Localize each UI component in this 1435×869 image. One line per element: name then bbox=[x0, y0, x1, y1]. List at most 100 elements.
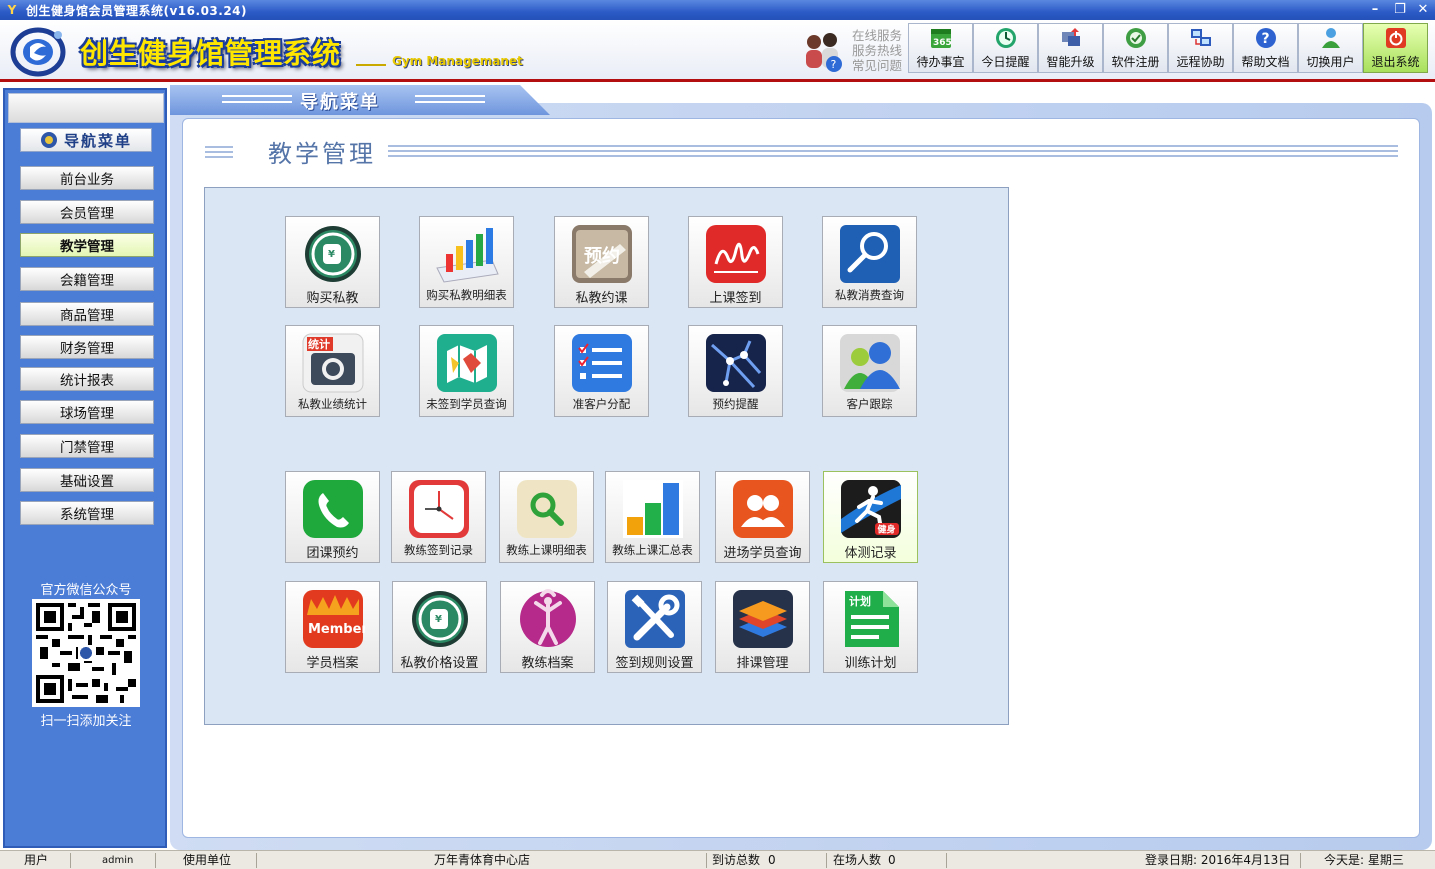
help-button[interactable]: ? 帮助文档 bbox=[1233, 23, 1298, 73]
tile-booking-reminder[interactable]: 预约提醒 bbox=[688, 325, 783, 417]
status-unit-value: 万年青体育中心店 bbox=[434, 853, 531, 867]
switch-user-icon bbox=[1321, 28, 1340, 48]
toolbar: 365 待办事宜 今日提醒 智能升级 软件注册 远程协助 ? 帮助文档 切换用户 bbox=[908, 23, 1428, 73]
brand-subtitle: Gym Managemanet bbox=[392, 54, 523, 68]
todo-label: 待办事宜 bbox=[916, 55, 965, 69]
tile-student-archive[interactable]: Member 学员档案 bbox=[285, 581, 380, 673]
sidebar: 导航菜单 前台业务 会员管理 教学管理 会籍管理 商品管理 财务管理 统计报表 … bbox=[3, 88, 167, 848]
sidebar-item-basic-settings[interactable]: 基础设置 bbox=[20, 468, 154, 492]
online-service[interactable]: ? 在线服务 服务热线 常见问题 bbox=[800, 24, 908, 78]
tile-entry-student-query[interactable]: 进场学员查询 bbox=[715, 471, 810, 563]
todo-button[interactable]: 365 待办事宜 bbox=[908, 23, 973, 73]
bar-chart-icon bbox=[622, 480, 683, 538]
tile-label: 私教约课 bbox=[575, 291, 628, 306]
tile-private-performance-stats[interactable]: 统计 私教业绩统计 bbox=[285, 325, 380, 417]
tile-private-price-settings[interactable]: ¥ 私教价格设置 bbox=[392, 581, 487, 673]
group-icon bbox=[732, 480, 793, 538]
tile-private-booking[interactable]: 预约 私教约课 bbox=[554, 216, 649, 308]
service-online[interactable]: 在线服务 bbox=[852, 28, 902, 43]
fitness-icon: 健身 bbox=[840, 480, 901, 538]
tile-fitness-test-record[interactable]: 健身 体测记录 bbox=[823, 471, 918, 563]
sidebar-item-teaching[interactable]: 教学管理 bbox=[20, 233, 154, 257]
layers-icon bbox=[732, 590, 793, 648]
switch-user-label: 切换用户 bbox=[1306, 55, 1355, 69]
tile-label: 未签到学员查询 bbox=[426, 397, 507, 411]
tile-signin-rule-settings[interactable]: 签到规则设置 bbox=[607, 581, 702, 673]
tile-coach-class-detail[interactable]: 教练上课明细表 bbox=[499, 471, 594, 563]
tile-coach-class-summary[interactable]: 教练上课汇总表 bbox=[605, 471, 700, 563]
tile-unsigned-student-query[interactable]: 未签到学员查询 bbox=[419, 325, 514, 417]
status-visits-label: 到访总数 bbox=[712, 853, 761, 867]
tile-private-consumption-query[interactable]: 私教消费查询 bbox=[822, 216, 917, 308]
tile-prospect-assignment[interactable]: 准客户分配 bbox=[554, 325, 649, 417]
tile-label: 团课预约 bbox=[306, 546, 359, 561]
sidebar-menu: 导航菜单 前台业务 会员管理 教学管理 会籍管理 商品管理 财务管理 统计报表 … bbox=[12, 122, 160, 844]
sidebar-item-members[interactable]: 会员管理 bbox=[20, 200, 154, 224]
service-faq[interactable]: 常见问题 bbox=[852, 58, 902, 73]
tile-purchase-detail-report[interactable]: 购买私教明细表 bbox=[419, 216, 514, 308]
tile-buy-private-training[interactable]: ¥ 购买私教 bbox=[285, 216, 380, 308]
tile-group-class-booking[interactable]: 团课预约 bbox=[285, 471, 380, 563]
service-hotline[interactable]: 服务热线 bbox=[852, 43, 902, 58]
tile-label: 签到规则设置 bbox=[615, 656, 694, 671]
tile-label: 体测记录 bbox=[844, 546, 897, 561]
register-button[interactable]: 软件注册 bbox=[1103, 23, 1168, 73]
maximize-button[interactable]: ❐ bbox=[1390, 1, 1410, 19]
tile-coach-archive[interactable]: 教练档案 bbox=[500, 581, 595, 673]
status-today: 今天是: 星期三 bbox=[1324, 853, 1404, 867]
help-label: 帮助文档 bbox=[1241, 55, 1290, 69]
tile-coach-signin-record[interactable]: 教练签到记录 bbox=[391, 471, 486, 563]
sidebar-item-finance[interactable]: 财务管理 bbox=[20, 335, 154, 359]
remote-assist-button[interactable]: 远程协助 bbox=[1168, 23, 1233, 73]
sidebar-item-reports[interactable]: 统计报表 bbox=[20, 367, 154, 391]
sidebar-top-bar bbox=[8, 93, 164, 123]
tile-class-signin[interactable]: 上课签到 bbox=[688, 216, 783, 308]
sidebar-item-access-control[interactable]: 门禁管理 bbox=[20, 434, 154, 458]
brand-divider bbox=[356, 64, 386, 66]
reservation-icon-text: 预约 bbox=[584, 245, 620, 267]
network-icon bbox=[705, 334, 766, 392]
sidebar-item-front-desk[interactable]: 前台业务 bbox=[20, 166, 154, 190]
section-deco-right bbox=[388, 145, 1398, 159]
status-separator bbox=[70, 853, 71, 868]
exit-button[interactable]: 退出系统 bbox=[1363, 23, 1428, 73]
sidebar-heading: 导航菜单 bbox=[20, 128, 152, 152]
nav-menu-tab: 导航菜单 bbox=[170, 85, 550, 115]
nav-menu-icon bbox=[40, 132, 57, 148]
minimize-button[interactable]: – bbox=[1365, 1, 1385, 19]
sidebar-item-system[interactable]: 系统管理 bbox=[20, 501, 154, 525]
tile-label: 排课管理 bbox=[736, 656, 789, 671]
sidebar-item-membership[interactable]: 会籍管理 bbox=[20, 267, 154, 291]
section-title: 教学管理 bbox=[268, 140, 376, 168]
tile-label: 训练计划 bbox=[844, 656, 897, 671]
qr-caption: 扫一扫添加关注 bbox=[40, 714, 132, 729]
tab-deco-right bbox=[415, 95, 485, 103]
reminder-label: 今日提醒 bbox=[981, 55, 1030, 69]
tile-label: 上课签到 bbox=[709, 291, 762, 306]
bar-chart-icon bbox=[435, 228, 499, 283]
logo-icon bbox=[10, 27, 66, 77]
sidebar-item-products[interactable]: 商品管理 bbox=[20, 302, 154, 326]
upgrade-icon bbox=[1061, 28, 1080, 46]
phone-icon bbox=[302, 480, 363, 538]
reservation-icon: 预约 bbox=[571, 225, 632, 283]
switch-user-button[interactable]: 切换用户 bbox=[1298, 23, 1363, 73]
calendar-365-icon: 365 bbox=[930, 29, 951, 48]
tile-training-plan[interactable]: 计划 训练计划 bbox=[823, 581, 918, 673]
status-separator bbox=[826, 853, 827, 868]
tile-label: 教练上课汇总表 bbox=[612, 543, 693, 557]
tile-customer-tracking[interactable]: 客户跟踪 bbox=[822, 325, 917, 417]
sidebar-item-courts[interactable]: 球场管理 bbox=[20, 400, 154, 424]
map-icon bbox=[436, 334, 497, 392]
tile-label: 预约提醒 bbox=[712, 397, 759, 411]
reminder-button[interactable]: 今日提醒 bbox=[973, 23, 1038, 73]
status-separator bbox=[946, 853, 947, 868]
upgrade-label: 智能升级 bbox=[1046, 55, 1095, 69]
section-deco-left bbox=[205, 146, 233, 160]
close-button[interactable]: ✕ bbox=[1413, 1, 1433, 19]
app-icon[interactable]: Y bbox=[4, 2, 20, 18]
member-icon-text: Member bbox=[308, 622, 365, 637]
clock-icon bbox=[995, 28, 1016, 48]
tile-schedule-management[interactable]: 排课管理 bbox=[715, 581, 810, 673]
upgrade-button[interactable]: 智能升级 bbox=[1038, 23, 1103, 73]
